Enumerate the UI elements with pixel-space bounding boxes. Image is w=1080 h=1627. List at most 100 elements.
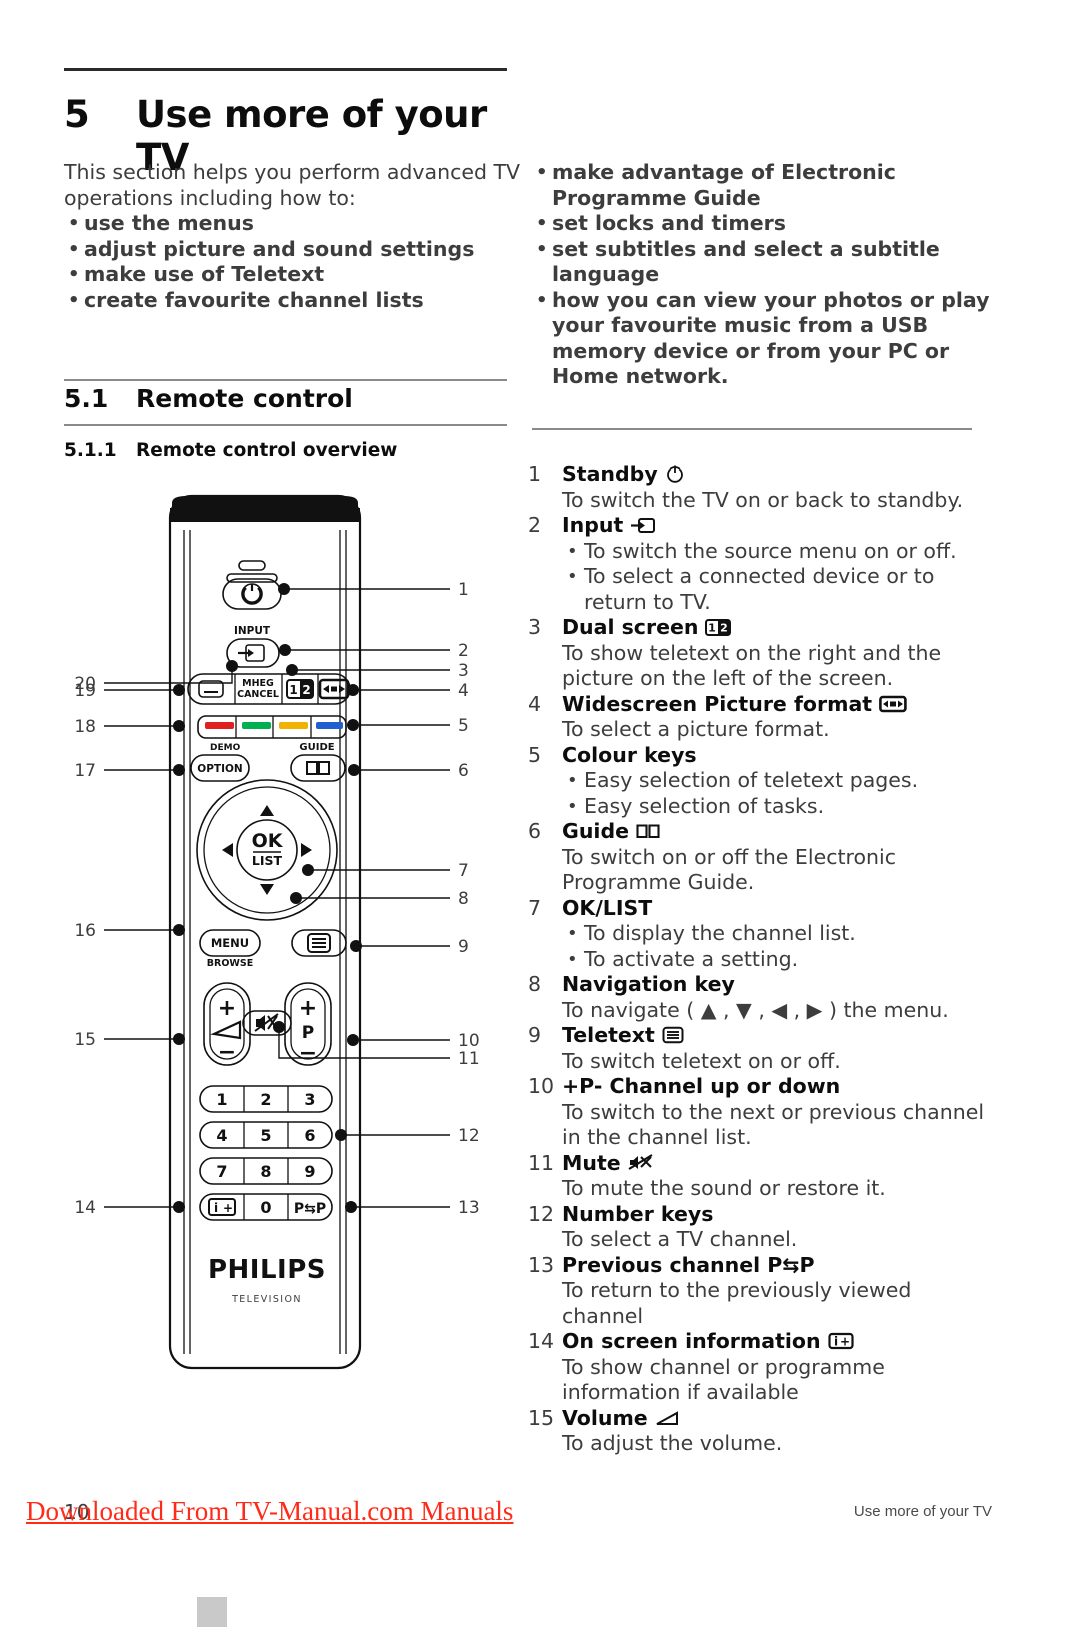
key-title: Volume — [562, 1406, 990, 1432]
key-number: 6 — [528, 819, 542, 843]
svg-text:1: 1 — [458, 580, 469, 600]
svg-text:8: 8 — [458, 889, 469, 909]
remote-program-minus: − — [299, 1041, 317, 1066]
section-divider-top — [64, 379, 507, 381]
key-title: +P- Channel up or down — [562, 1074, 990, 1100]
key-body: Guide To switch on or off the Electronic … — [562, 819, 990, 896]
svg-text:4: 4 — [458, 681, 469, 701]
remote-zero-key[interactable]: 0 — [260, 1198, 271, 1217]
remote-number-key[interactable]: 5 — [260, 1126, 271, 1145]
key-title-text: Number keys — [562, 1201, 714, 1226]
power-icon — [665, 462, 685, 486]
remote-number-key[interactable]: 3 — [304, 1090, 315, 1109]
key-number: 1 — [528, 462, 542, 486]
key-number: 3 — [528, 615, 542, 639]
callout-5: 5 — [347, 716, 469, 736]
key-description-item: 13 Previous channel P⇆P To return to the p… — [528, 1253, 990, 1330]
right-column-divider — [532, 428, 972, 430]
key-title-text: Widescreen Picture format — [562, 691, 873, 716]
key-description-item: 10 +P- Channel up or down To switch to the… — [528, 1074, 990, 1151]
key-description-item: 2 InputTo switch the source menu on or of… — [528, 513, 990, 615]
svg-text:1: 1 — [289, 683, 297, 697]
svg-text:i: i — [834, 1335, 838, 1349]
remote-number-key[interactable]: 4 — [216, 1126, 227, 1145]
key-description-line: To mute the sound or restore it. — [562, 1176, 886, 1200]
remote-number-key[interactable]: 8 — [260, 1162, 271, 1181]
key-description-item: 7 OK/LISTTo display the channel list.To a… — [528, 896, 990, 973]
key-body: Colour keysEasy selection of teletext pa… — [562, 743, 990, 820]
svg-text:10: 10 — [458, 1031, 480, 1051]
remote-teletext-icon — [307, 933, 331, 953]
key-title: Navigation key — [562, 972, 990, 998]
intro-bullet-item: set subtitles and select a subtitle lang… — [532, 237, 992, 288]
page-edge-tab — [197, 1597, 227, 1627]
watermark-link[interactable]: Downloaded From TV-Manual.com Manuals — [26, 1496, 513, 1527]
key-description-item: 8 Navigation key To navigate ( ▲ , ▼ , ◀ ,… — [528, 972, 990, 1023]
key-body: Widescreen Picture format To select a pic… — [562, 692, 990, 743]
key-number: 10 — [528, 1074, 555, 1098]
key-description-bullet: Easy selection of tasks. — [562, 794, 990, 820]
remote-number-key[interactable]: 7 — [216, 1162, 227, 1181]
key-body: InputTo switch the source menu on or off… — [562, 513, 990, 615]
remote-option-label: OPTION — [197, 763, 242, 775]
remote-previous-channel-key[interactable]: P⇆P — [294, 1201, 326, 1217]
section-number: 5.1 — [64, 384, 109, 413]
svg-text:1: 1 — [709, 622, 717, 635]
svg-text:11: 11 — [458, 1049, 480, 1069]
callout-16: 16 — [74, 921, 185, 941]
key-title: Previous channel P⇆P — [562, 1253, 990, 1279]
svg-text:5: 5 — [458, 716, 469, 736]
remote-control-diagram: .ol{fill:none;stroke:#111;stroke-width:2… — [60, 478, 510, 1398]
callout-2: 2 — [279, 641, 469, 661]
intro-bullet-item: set locks and timers — [532, 211, 992, 237]
remote-browse-label: BROWSE — [207, 958, 253, 969]
remote-number-key[interactable]: 6 — [304, 1126, 315, 1145]
svg-text:2: 2 — [458, 641, 469, 661]
key-description-item: 15 Volume To adjust the volume. — [528, 1406, 990, 1457]
key-description-line: To return to the previously viewed chann… — [562, 1278, 912, 1328]
remote-menu-label: MENU — [211, 936, 249, 950]
svg-text:3: 3 — [458, 661, 469, 681]
key-body: Mute To mute the sound or restore it. — [562, 1151, 990, 1202]
key-title-text: +P- Channel up or down — [562, 1074, 841, 1098]
remote-widescreen-icon — [318, 678, 350, 700]
remote-program-plus: + — [299, 996, 317, 1021]
manual-page: 5 Use more of your TV This section helps… — [0, 0, 1080, 1627]
key-title-text: Teletext — [562, 1023, 655, 1047]
remote-number-key[interactable]: 9 — [304, 1162, 315, 1181]
key-number: 12 — [528, 1201, 555, 1226]
key-title-text: Volume — [562, 1405, 648, 1430]
key-description-item: 5 Colour keysEasy selection of teletext p… — [528, 743, 990, 820]
key-description-line: To adjust the volume. — [562, 1431, 783, 1455]
remote-dual-screen-icon: 1 2 — [286, 679, 314, 699]
remote-mheg-label-2: CANCEL — [237, 689, 279, 700]
volume-wedge-icon — [655, 1406, 681, 1430]
remote-brand-sub: TELEVISION — [231, 1294, 302, 1305]
key-number: 11 — [528, 1150, 555, 1175]
key-body: Standby To switch the TV on or back to st… — [562, 462, 990, 513]
key-title: Number keys — [562, 1202, 990, 1228]
remote-guide-label: GUIDE — [299, 742, 334, 753]
svg-text:2: 2 — [721, 622, 729, 635]
intro-bullet-item: make advantage of Electronic Programme G… — [532, 160, 992, 211]
remote-number-key[interactable]: 1 — [216, 1090, 227, 1109]
widescreen-format-icon — [879, 692, 907, 716]
key-description-item: 9 Teletext To switch teletext on or off. — [528, 1023, 990, 1074]
key-number: 15 — [528, 1405, 555, 1430]
remote-key-description-list: 1 Standby To switch the TV on or back to s… — [528, 462, 990, 1457]
intro-right-bullet-list: make advantage of Electronic Programme G… — [532, 160, 992, 390]
remote-mheg-label-1: MHEG — [242, 678, 274, 689]
key-title-text: Navigation key — [562, 972, 735, 996]
callout-9: 9 — [350, 937, 469, 957]
svg-text:12: 12 — [458, 1126, 480, 1146]
key-body: OK/LISTTo display the channel list.To ac… — [562, 896, 990, 973]
remote-info-key[interactable]: i + — [208, 1198, 236, 1216]
key-title: Dual screen 1 2 — [562, 615, 990, 641]
key-title-text: Mute — [562, 1150, 621, 1175]
key-number: 8 — [528, 972, 542, 996]
key-body: Teletext To switch teletext on or off. — [562, 1023, 990, 1074]
remote-volume-plus: + — [218, 996, 236, 1021]
subsection-title: Remote control overview — [136, 440, 398, 461]
remote-number-key[interactable]: 2 — [260, 1090, 271, 1109]
svg-text:14: 14 — [74, 1198, 96, 1218]
